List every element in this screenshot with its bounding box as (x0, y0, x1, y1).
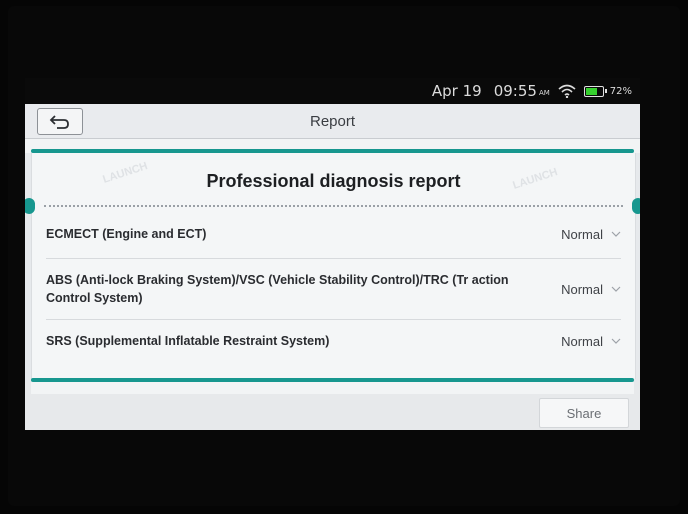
report-row[interactable]: ECMECT (Engine and ECT) Normal (46, 210, 621, 259)
battery-percent: 72% (609, 85, 632, 97)
status-bar: Apr 19 09:55 AM 72% (25, 78, 640, 104)
share-button[interactable]: Share (539, 398, 629, 428)
card-top-strip (25, 139, 640, 153)
report-card: LAUNCH LAUNCH Professional diagnosis rep… (25, 153, 640, 379)
footer-bar: Share (25, 382, 640, 430)
back-button[interactable] (37, 108, 83, 135)
card-notch-left (25, 198, 35, 214)
dotted-divider (44, 205, 623, 207)
battery-fill (585, 87, 597, 95)
status-time: 09:55 (493, 82, 537, 100)
system-name: SRS (Supplemental Inflatable Restraint S… (46, 334, 330, 348)
system-name: ABS (Anti-lock Braking System)/VSC (Vehi… (46, 273, 509, 305)
wifi-icon (558, 84, 576, 98)
system-status: Normal (561, 333, 603, 349)
status-ampm: AM (538, 89, 550, 97)
chevron-down-icon (611, 338, 621, 344)
chevron-down-icon (611, 231, 621, 237)
title-bar: Report (25, 104, 640, 139)
report-row[interactable]: ABS (Anti-lock Braking System)/VSC (Vehi… (46, 259, 621, 320)
footer-strip (31, 382, 634, 394)
report-row[interactable]: SRS (Supplemental Inflatable Restraint S… (46, 320, 621, 362)
device-screen: Apr 19 09:55 AM 72% Report LAUNCH LAUNCH… (25, 78, 640, 430)
system-status: Normal (561, 226, 603, 242)
battery-icon (583, 85, 607, 97)
status-date: Apr 19 (431, 82, 482, 100)
system-status: Normal (561, 281, 603, 297)
card-notch-right (632, 198, 640, 214)
page-title: Report (309, 112, 356, 130)
chevron-down-icon (611, 286, 621, 292)
back-arrow-icon (49, 114, 69, 129)
system-name: ECMECT (Engine and ECT) (46, 227, 207, 241)
report-title: Professional diagnosis report (206, 171, 461, 191)
